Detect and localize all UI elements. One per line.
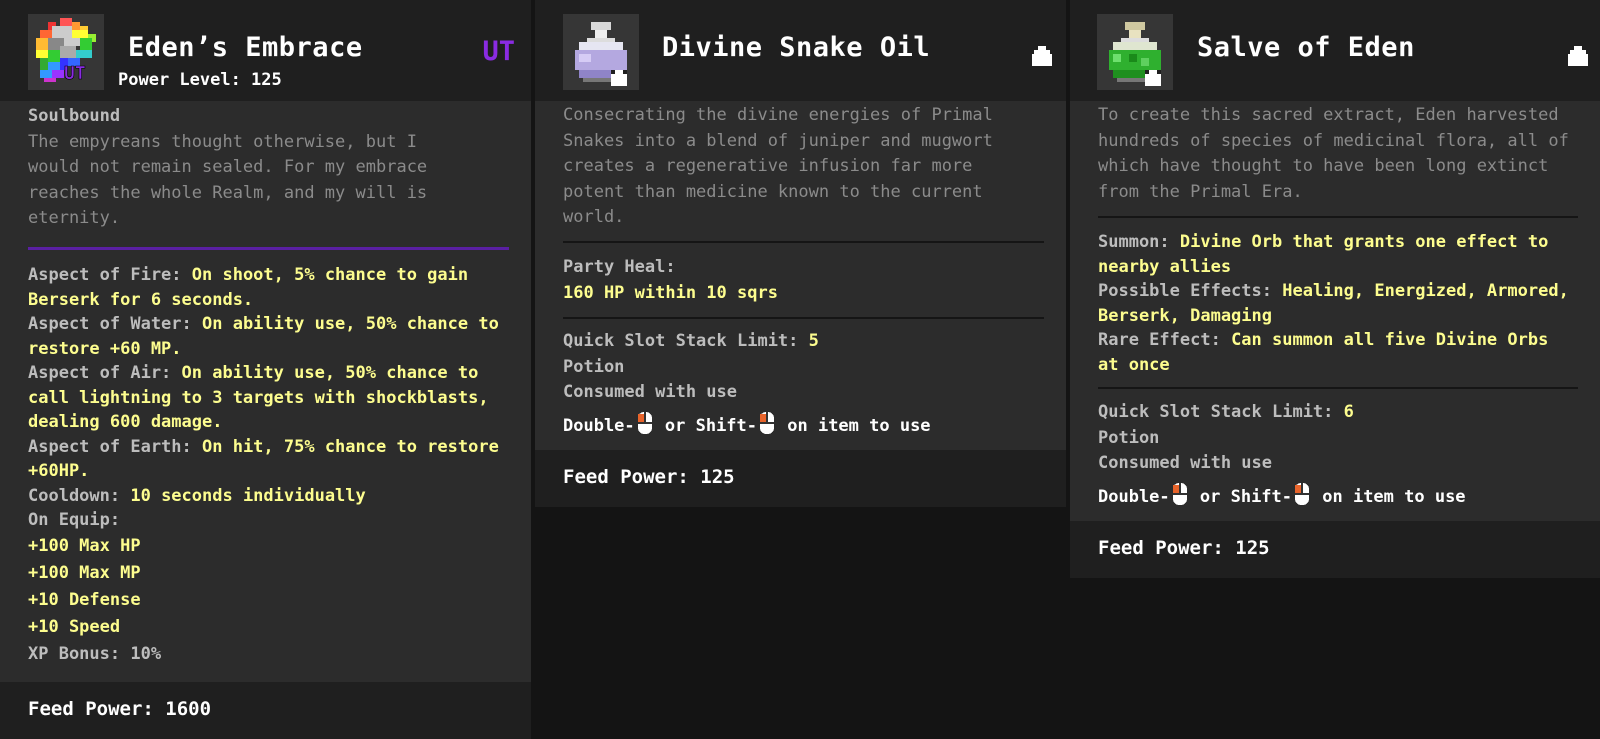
party-heal-value: 160 HP within 10 sqrs: [563, 282, 778, 303]
description-line: from the Primal Era.: [1098, 181, 1303, 202]
stack-limit: Quick Slot Stack Limit: 5: [563, 331, 819, 351]
feed-power: Feed Power: 125: [563, 466, 735, 488]
ut-badge-icon: UT: [64, 63, 86, 82]
description-line: creates a regenerative infusion far more: [563, 156, 973, 176]
item-icon-frame: [1097, 14, 1173, 90]
on-equip-stat: +100 Max MP: [28, 562, 141, 583]
stat-aspect-air-cont: call lightning to 3 targets with shockbl…: [28, 387, 489, 408]
description-line: reaches the whole Realm, and my will is: [28, 182, 428, 203]
section-divider: [1098, 216, 1578, 218]
rare-effect-cont: at once: [1098, 354, 1170, 375]
power-level: Power Level: 125: [118, 70, 282, 90]
stat-cooldown: Cooldown: 10 seconds individually: [28, 485, 366, 506]
stat-aspect-fire: Aspect of Fire: On shoot, 5% chance to g…: [28, 265, 469, 285]
mouse-icon: [637, 411, 652, 434]
stat-aspect-water-cont: restore +60 MP.: [28, 338, 182, 359]
consumed-label: Consumed with use: [1098, 453, 1272, 473]
soulbound-bag-icon: [1032, 46, 1052, 66]
description-line: world.: [563, 207, 625, 227]
mouse-icon: [760, 411, 775, 434]
section-divider: [563, 317, 1044, 319]
xp-bonus: XP Bonus: 10%: [28, 643, 162, 664]
soulbound-label: Soulbound: [28, 106, 121, 126]
feed-power: Feed Power: 125: [1098, 537, 1270, 559]
description-line: potent than medicine known to the curren…: [563, 181, 983, 202]
stat-aspect-water: Aspect of Water: On ability use, 50% cha…: [28, 314, 499, 334]
summon-effect-cont: nearby allies: [1098, 256, 1232, 277]
consumed-label: Consumed with use: [563, 382, 737, 402]
item-tooltip-edens-embrace: UT Eden’s Embrace Power Level: 125 UT So…: [0, 0, 531, 739]
description-line: would not remain sealed. For my embrace: [28, 157, 428, 177]
summon-effect: Summon: Divine Orb that grants one effec…: [1098, 232, 1549, 252]
stat-aspect-earth-cont: +60HP.: [28, 461, 90, 481]
usage-section: Quick Slot Stack Limit: 6 Potion Consume…: [1098, 400, 1578, 510]
stats-section: Aspect of Fire: On shoot, 5% chance to g…: [28, 263, 509, 668]
description-line: The empyreans thought otherwise, but I: [28, 131, 417, 152]
item-title: Divine Snake Oil: [662, 32, 931, 63]
feed-power-bar: Feed Power: 125: [1070, 521, 1600, 578]
description-line: To create this sacred extract, Eden harv…: [1098, 105, 1559, 125]
description-line: eternity.: [28, 208, 121, 228]
svg-text:UT: UT: [64, 63, 86, 82]
item-tooltip-divine-snake-oil: Divine Snake Oil Consecrating the divine…: [535, 0, 1066, 507]
on-equip-stat: +10 Defense: [28, 589, 141, 610]
description-line: Consecrating the divine energies of Prim…: [563, 105, 993, 125]
item-title: Eden’s Embrace: [128, 32, 363, 63]
green-potion-icon: [1109, 22, 1161, 86]
item-type: Potion: [1098, 427, 1160, 448]
item-tooltip-salve-of-eden: Salve of Eden To create this sacred extr…: [1070, 0, 1600, 578]
tooltip-header: Salve of Eden: [1070, 0, 1600, 101]
mouse-icon: [1295, 482, 1310, 505]
feed-power-bar: Feed Power: 125: [535, 450, 1066, 507]
stat-aspect-fire-cont: Berserk for 6 seconds.: [28, 289, 254, 310]
possible-effects: Possible Effects: Healing, Energized, Ar…: [1098, 281, 1569, 301]
soulbound-bag-icon: [1568, 46, 1588, 66]
description-line: which have thought to have been long ext…: [1098, 156, 1549, 176]
stat-aspect-earth: Aspect of Earth: On hit, 75% chance to r…: [28, 436, 499, 457]
tooltip-description: Soulbound The empyreans thought otherwis…: [28, 104, 509, 232]
use-instructions: Double- or Shift- on item to use: [1098, 482, 1578, 511]
use-instructions: Double- or Shift- on item to use: [563, 411, 1044, 440]
feed-power: Feed Power: 1600: [28, 698, 212, 720]
description-line: hundreds of species of medicinal flora, …: [1098, 130, 1569, 151]
stat-aspect-air: Aspect of Air: On ability use, 50% chanc…: [28, 363, 479, 383]
possible-effects-cont: Berserk, Damaging: [1098, 305, 1272, 326]
usage-section: Quick Slot Stack Limit: 5 Potion Consume…: [563, 329, 1044, 439]
tier-divider: [28, 247, 509, 250]
item-icon-frame: [563, 14, 639, 90]
section-divider: [563, 241, 1044, 243]
party-heal-label: Party Heal:: [563, 257, 676, 277]
on-equip-stat: +100 Max HP: [28, 535, 141, 556]
tooltip-description: Consecrating the divine energies of Prim…: [563, 103, 1044, 231]
tooltip-description: To create this sacred extract, Eden harv…: [1098, 103, 1578, 205]
rare-effect: Rare Effect: Can summon all five Divine …: [1098, 330, 1549, 350]
section-divider: [1098, 387, 1578, 389]
on-equip-stat: +10 Speed: [28, 616, 121, 637]
item-title: Salve of Eden: [1197, 32, 1415, 63]
on-equip-label: On Equip:: [28, 510, 121, 530]
description-line: Snakes into a blend of juniper and mugwo…: [563, 130, 993, 151]
lavender-potion-icon: [575, 22, 627, 86]
stat-aspect-air-cont: dealing 600 damage.: [28, 412, 223, 432]
tier-badge: UT: [482, 36, 515, 67]
stack-limit: Quick Slot Stack Limit: 6: [1098, 402, 1354, 422]
item-type: Potion: [563, 356, 625, 377]
effects-section: Party Heal: 160 HP within 10 sqrs: [563, 255, 1044, 306]
tooltip-header: Divine Snake Oil: [535, 0, 1066, 101]
tooltip-header: UT Eden’s Embrace Power Level: 125 UT: [0, 0, 531, 101]
effects-section: Summon: Divine Orb that grants one effec…: [1098, 230, 1578, 377]
feed-power-bar: Feed Power: 1600: [0, 682, 531, 739]
mouse-icon: [1172, 482, 1187, 505]
